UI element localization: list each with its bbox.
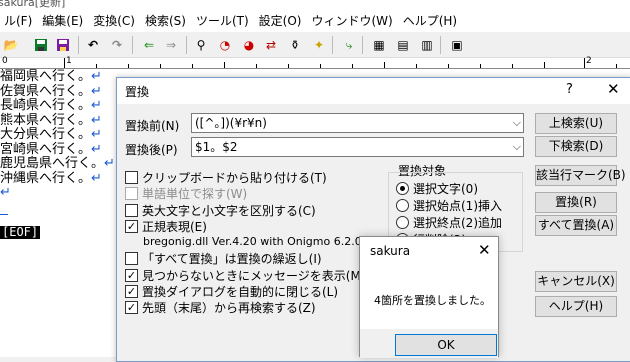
show-not-found-checkbox[interactable]: ✓ 見つからないときにメッセージを表示(M) bbox=[125, 268, 365, 283]
menu-search[interactable]: 検索(S) bbox=[141, 10, 192, 32]
editor-line[interactable]: 宮崎県へ行く。↵ bbox=[0, 141, 102, 158]
replace-after-value: $1。$2 bbox=[195, 140, 238, 154]
editor-line[interactable]: 福岡県へ行く。↵ bbox=[0, 69, 102, 85]
replace-all-repeat-checkbox[interactable]: 「すべて置換」は置換の繰返し(I) bbox=[125, 251, 322, 266]
ruler: 0 1 2 bbox=[0, 56, 630, 69]
search-next-icon[interactable]: ◕ bbox=[240, 36, 258, 54]
help-button[interactable]: ヘルプ(H) bbox=[535, 296, 617, 317]
replace-all-button[interactable]: すべて置換(A) bbox=[535, 215, 617, 236]
return-mark-icon: ↵ bbox=[91, 170, 102, 186]
menu-help[interactable]: ヘルプ(H) bbox=[399, 10, 463, 32]
tag-jump-icon[interactable]: ⤷ bbox=[340, 36, 358, 54]
message-text: 4箇所を置換しました。 bbox=[374, 294, 491, 307]
chevron-down-icon[interactable]: ⌵ bbox=[513, 138, 521, 156]
return-mark-icon: ↵ bbox=[91, 83, 102, 99]
mark-lines-button[interactable]: 該当行マーク(B) bbox=[535, 165, 626, 186]
replace-before-combo[interactable]: ([^。])(¥r¥n) ⌵ bbox=[191, 113, 524, 133]
return-mark-icon: ↵ bbox=[91, 141, 102, 157]
outline-icon[interactable]: ▦ bbox=[370, 36, 388, 54]
menu-window[interactable]: ウィンドウ(W) bbox=[307, 10, 398, 32]
open-icon[interactable]: 📂 bbox=[2, 36, 20, 54]
search-prev-icon[interactable]: ◔ bbox=[216, 36, 234, 54]
jump-forward-icon[interactable]: ⇒ bbox=[162, 36, 180, 54]
return-mark-icon: ↵ bbox=[91, 98, 102, 113]
replace-button[interactable]: 置換(R) bbox=[535, 192, 617, 213]
target-end-append-radio[interactable]: 選択終点(2)追加 bbox=[396, 215, 502, 230]
menu-edit[interactable]: 編集(E) bbox=[38, 10, 89, 32]
replace-after-combo[interactable]: $1。$2 ⌵ bbox=[191, 137, 524, 157]
cancel-button[interactable]: キャンセル(X) bbox=[535, 271, 617, 292]
function-list-icon[interactable]: ▤ bbox=[394, 36, 412, 54]
chevron-down-icon[interactable]: ⌵ bbox=[513, 114, 521, 132]
editor-line[interactable]: 佐賀県へ行く。↵ bbox=[0, 83, 102, 100]
return-mark-icon: ↵ bbox=[91, 69, 102, 84]
search-icon[interactable]: ⚲ bbox=[192, 36, 210, 54]
message-title: sakura bbox=[370, 244, 411, 258]
close-icon[interactable]: ✕ bbox=[478, 241, 491, 259]
return-mark-icon: ↵ bbox=[0, 185, 11, 200]
save-all-icon[interactable] bbox=[54, 36, 72, 54]
settings-icon[interactable]: ▥ bbox=[418, 36, 436, 54]
save-icon[interactable] bbox=[32, 36, 50, 54]
regex-library-info: bregonig.dll Ver.4.20 with Onigmo 6.2.0 bbox=[143, 235, 362, 248]
dialog-titlebar: 置換 ? ✕ bbox=[117, 78, 630, 104]
redo-icon[interactable]: ↷ bbox=[108, 36, 126, 54]
eof-marker: [EOF] bbox=[0, 225, 41, 239]
clipboard-paste-checkbox[interactable]: クリップボードから貼り付ける(T) bbox=[125, 170, 327, 185]
close-icon[interactable]: ✕ bbox=[607, 80, 620, 98]
ok-button[interactable]: OK bbox=[395, 334, 497, 356]
toolbar: 📂 ↶ ↷ ⇐ ⇒ ⚲ ◔ ◕ ⇄ ⚱ ✦ ⤷ ▦ ▤ ▥ ▣ bbox=[0, 32, 630, 58]
editor-line[interactable]: 沖縄県へ行く。↵ bbox=[0, 170, 102, 187]
window-title: sakura[更新] bbox=[0, 0, 66, 9]
replace-before-value: ([^。])(¥r¥n) bbox=[195, 116, 267, 130]
clear-mark-icon[interactable]: ✦ bbox=[310, 36, 328, 54]
menu-settings[interactable]: 設定(O) bbox=[255, 10, 308, 32]
target-selected-text-radio[interactable]: 選択文字(0) bbox=[396, 181, 478, 196]
target-start-insert-radio[interactable]: 選択始点(1)挿入 bbox=[396, 198, 502, 213]
message-box: sakura ✕ 4箇所を置換しました。 OK bbox=[359, 236, 499, 358]
replace-before-label: 置換前(N) bbox=[125, 119, 180, 133]
match-case-checkbox[interactable]: 英大文字と小文字を区別する(C) bbox=[125, 203, 316, 218]
return-mark-icon: ↵ bbox=[91, 112, 102, 128]
editor-line[interactable]: 大分県へ行く。↵ bbox=[0, 127, 102, 143]
ruler-label-0: 0 bbox=[2, 56, 8, 66]
wrap-search-checkbox[interactable]: ✓ 先頭（末尾）から再検索する(Z) bbox=[125, 300, 316, 315]
ruler-label-2: 2 bbox=[586, 56, 592, 66]
jump-back-icon[interactable]: ⇐ bbox=[140, 36, 158, 54]
help-icon[interactable]: ? bbox=[566, 82, 573, 97]
regex-checkbox[interactable]: ✓ 正規表現(E) bbox=[125, 219, 207, 234]
replace-after-label: 置換後(P) bbox=[125, 143, 178, 157]
ruler-label-1: 1 bbox=[66, 56, 72, 66]
menu-tools[interactable]: ツール(T) bbox=[192, 10, 255, 32]
menu-file[interactable]: ル(F) bbox=[0, 10, 38, 32]
editor-line[interactable]: 鹿児島県へ行く。↵ bbox=[0, 156, 115, 172]
auto-close-checkbox[interactable]: ✓ 置換ダイアログを自動的に閉じる(L) bbox=[125, 284, 338, 299]
copy-window-icon[interactable]: ▣ bbox=[448, 36, 466, 54]
replace-icon[interactable]: ⇄ bbox=[262, 36, 280, 54]
undo-icon[interactable]: ↶ bbox=[84, 36, 102, 54]
menu-bar: ル(F) 編集(E) 変換(C) 検索(S) ツール(T) 設定(O) ウィンド… bbox=[0, 10, 630, 32]
menu-convert[interactable]: 変換(C) bbox=[89, 10, 141, 32]
whole-word-checkbox[interactable]: 単語単位で探す(W) bbox=[125, 186, 247, 201]
dialog-title: 置換 bbox=[125, 85, 150, 99]
search-down-button[interactable]: 下検索(D) bbox=[535, 136, 617, 157]
return-mark-icon: ↵ bbox=[104, 156, 115, 171]
editor-line[interactable]: 熊本県へ行く。↵ bbox=[0, 112, 102, 129]
return-mark-icon: ↵ bbox=[91, 127, 102, 142]
grep-icon[interactable]: ⚱ bbox=[286, 36, 304, 54]
cursor-underline bbox=[0, 214, 8, 215]
editor-line[interactable]: 長崎県へ行く。↵ bbox=[0, 98, 102, 114]
search-up-button[interactable]: 上検索(U) bbox=[535, 113, 617, 134]
window-titlebar: sakura[更新] bbox=[0, 0, 630, 10]
